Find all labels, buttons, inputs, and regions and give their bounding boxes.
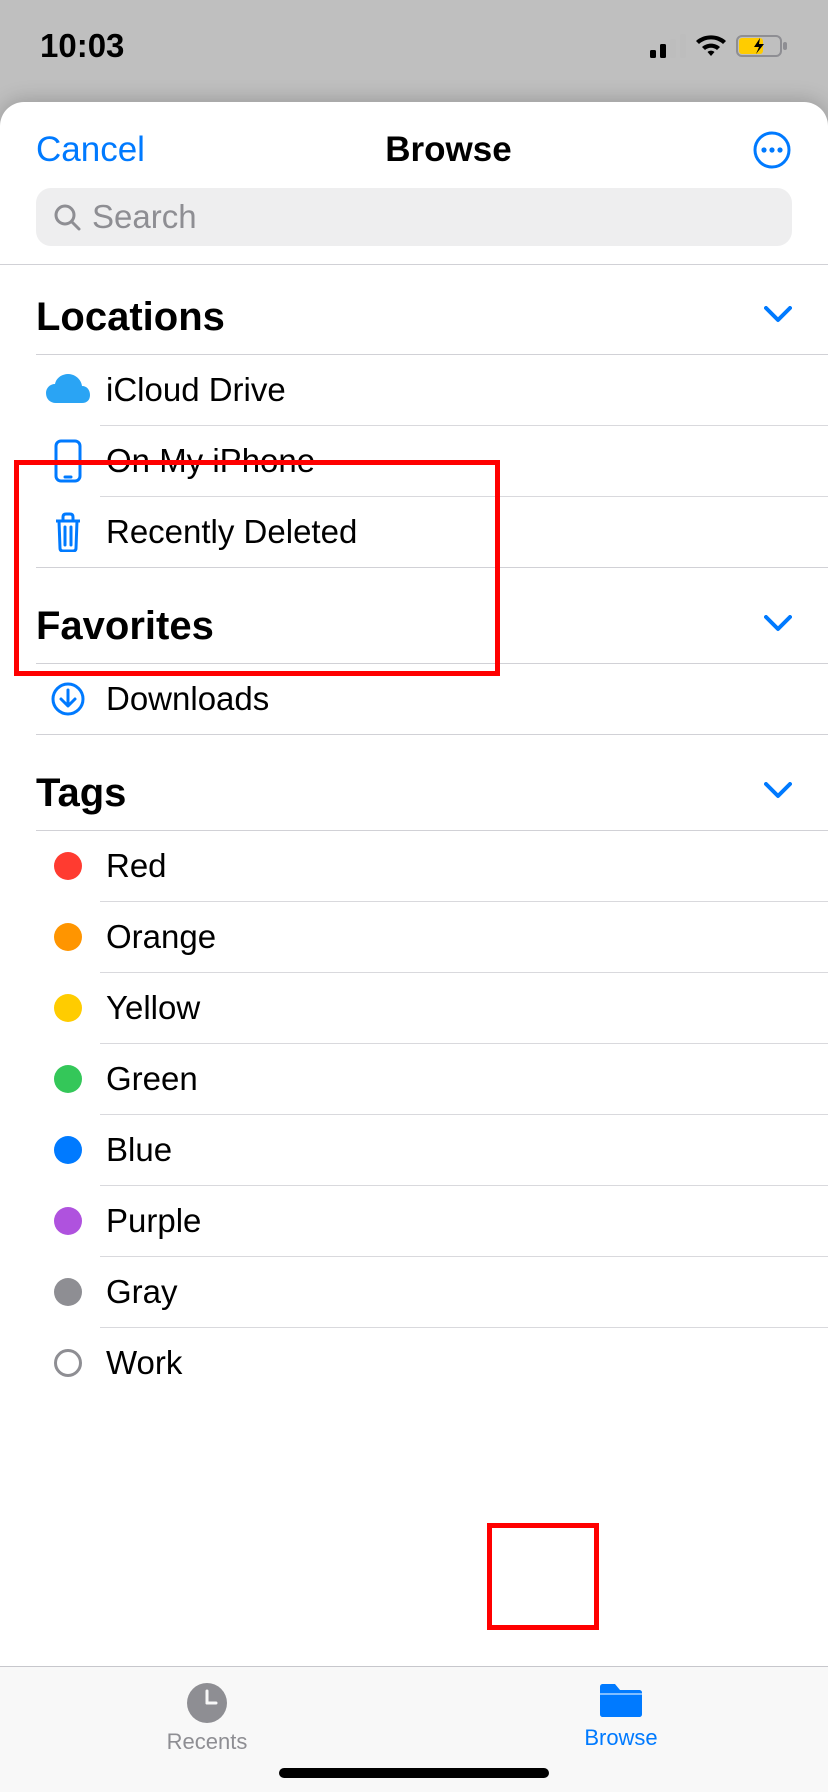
location-label: Recently Deleted [100, 513, 357, 551]
home-indicator[interactable] [279, 1768, 549, 1778]
tag-dot-icon [36, 1207, 100, 1235]
favorites-title: Favorites [36, 604, 214, 649]
tab-label: Recents [167, 1729, 248, 1755]
tag-label: Yellow [100, 989, 200, 1027]
trash-icon [36, 512, 100, 552]
icloud-icon [36, 373, 100, 407]
tag-label: Red [100, 847, 167, 885]
tag-dot-icon [36, 852, 100, 880]
tag-label: Blue [100, 1131, 172, 1169]
folder-icon [596, 1681, 646, 1721]
favorites-header[interactable]: Favorites [0, 568, 828, 663]
tag-label: Purple [100, 1202, 201, 1240]
nav-bar: Cancel Browse [0, 102, 828, 188]
chevron-down-icon [764, 615, 792, 638]
location-label: iCloud Drive [100, 371, 286, 409]
locations-title: Locations [36, 295, 225, 340]
tags-header[interactable]: Tags [0, 735, 828, 830]
tag-yellow[interactable]: Yellow [0, 973, 828, 1043]
tag-work[interactable]: Work [0, 1328, 828, 1398]
tag-label: Orange [100, 918, 216, 956]
tag-dot-icon [36, 1136, 100, 1164]
clock-icon [185, 1681, 229, 1725]
tag-dot-icon [36, 1065, 100, 1093]
tab-label: Browse [584, 1725, 657, 1751]
download-circle-icon [36, 681, 100, 717]
tag-label: Work [100, 1344, 182, 1382]
more-button[interactable] [752, 130, 792, 170]
status-bar: 10:03 [0, 0, 828, 92]
ellipsis-circle-icon [752, 130, 792, 170]
search-icon [52, 202, 82, 232]
iphone-icon [36, 439, 100, 483]
page-title: Browse [385, 130, 511, 170]
battery-icon [736, 34, 788, 58]
tag-purple[interactable]: Purple [0, 1186, 828, 1256]
search-field[interactable] [36, 188, 792, 246]
chevron-down-icon [764, 306, 792, 329]
tag-blue[interactable]: Blue [0, 1115, 828, 1185]
tag-dot-icon [36, 1278, 100, 1306]
tags-title: Tags [36, 771, 126, 816]
tag-ring-icon [36, 1349, 100, 1377]
cellular-icon [650, 34, 686, 58]
tag-red[interactable]: Red [0, 831, 828, 901]
location-on-my-iphone[interactable]: On My iPhone [0, 426, 828, 496]
tag-gray[interactable]: Gray [0, 1257, 828, 1327]
search-input[interactable] [92, 198, 776, 236]
location-icloud-drive[interactable]: iCloud Drive [0, 355, 828, 425]
location-label: On My iPhone [100, 442, 315, 480]
status-time: 10:03 [40, 27, 124, 65]
locations-header[interactable]: Locations [0, 265, 828, 354]
status-indicators [650, 34, 788, 58]
tag-dot-icon [36, 994, 100, 1022]
tag-orange[interactable]: Orange [0, 902, 828, 972]
tag-label: Green [100, 1060, 198, 1098]
tag-dot-icon [36, 923, 100, 951]
tag-label: Gray [100, 1273, 178, 1311]
chevron-down-icon [764, 782, 792, 805]
browse-sheet: Cancel Browse [0, 102, 828, 1792]
location-recently-deleted[interactable]: Recently Deleted [0, 497, 828, 567]
favorite-downloads[interactable]: Downloads [0, 664, 828, 734]
tag-green[interactable]: Green [0, 1044, 828, 1114]
cancel-button[interactable]: Cancel [36, 130, 145, 170]
wifi-icon [694, 34, 728, 58]
favorite-label: Downloads [100, 680, 269, 718]
